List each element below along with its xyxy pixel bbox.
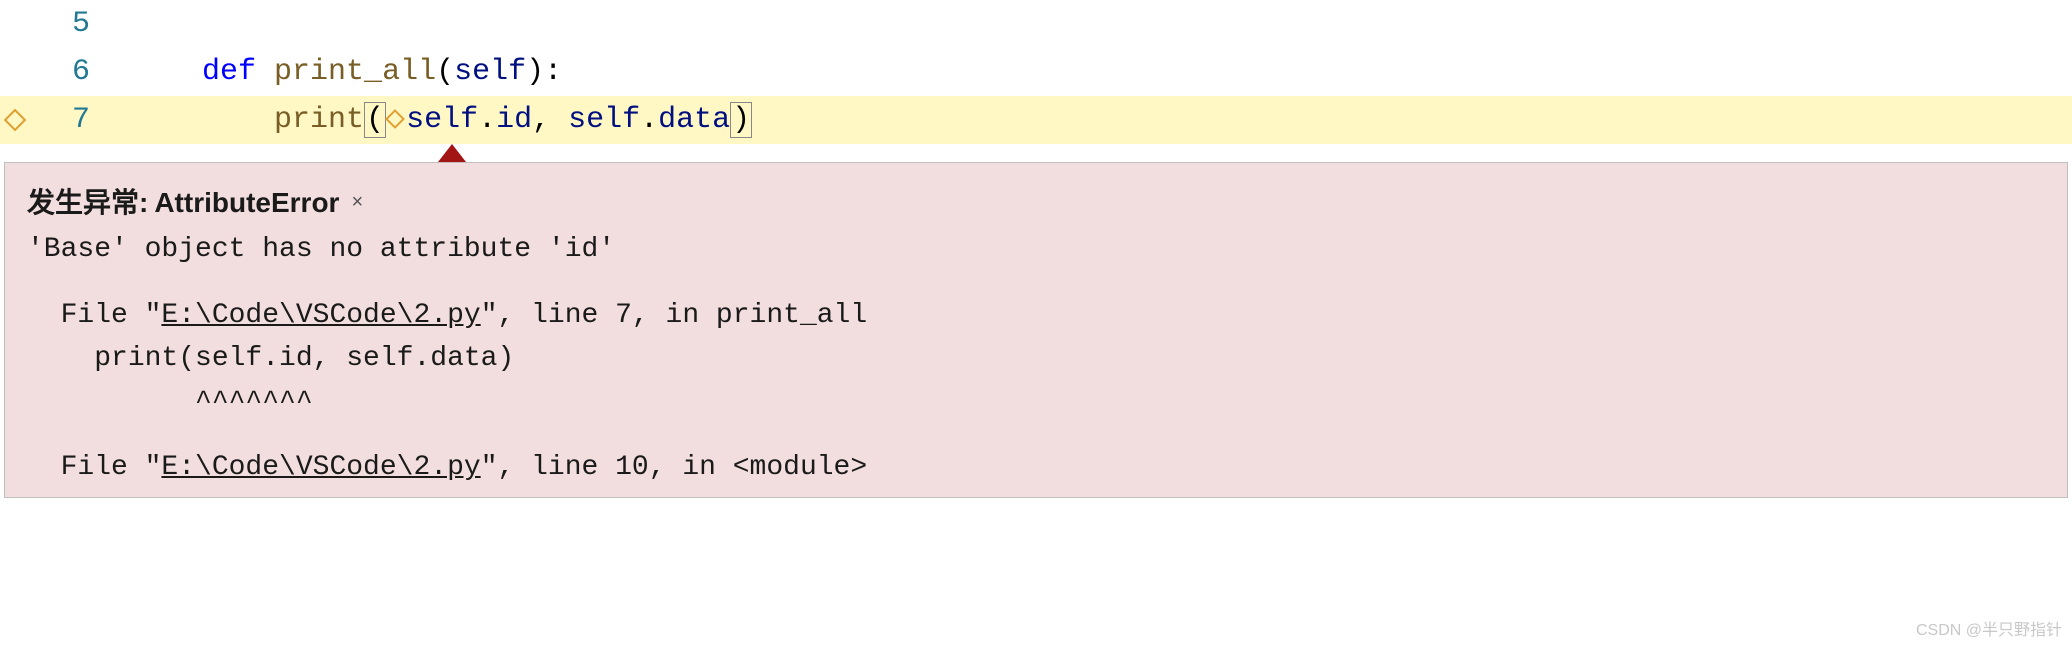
dot: . xyxy=(640,103,658,137)
function-call-print: print xyxy=(274,103,364,137)
traceback-frame-2: File "E:\Code\VSCode\2.py", line 10, in … xyxy=(27,446,2045,489)
error-pointer-row xyxy=(0,144,2072,162)
traceback-frame-1: File "E:\Code\VSCode\2.py", line 7, in p… xyxy=(27,294,2045,424)
exception-header: 发生异常: AttributeError × xyxy=(27,181,2045,224)
attribute-data: data xyxy=(658,103,730,137)
code-line-6[interactable]: 6 def print_all(self): xyxy=(0,48,2072,96)
exception-message: 'Base' object has no attribute 'id' xyxy=(27,228,2045,271)
line-number: 5 xyxy=(30,7,110,41)
file-link[interactable]: E:\Code\VSCode\2.py xyxy=(161,300,480,331)
attribute-id: id xyxy=(496,103,532,137)
code-content[interactable]: print(self.id, self.data) xyxy=(110,103,2072,137)
inline-breakpoint-icon[interactable] xyxy=(388,112,402,126)
exception-title-prefix: 发生异常: xyxy=(27,181,148,224)
indent xyxy=(130,103,274,137)
gutter-slot[interactable] xyxy=(0,112,30,128)
error-pointer-icon xyxy=(438,144,466,162)
trace-prefix: File " xyxy=(27,452,161,483)
exception-error-name: AttributeError xyxy=(154,181,339,224)
indent xyxy=(130,55,202,89)
trace-code: print(self.id, self.data) xyxy=(27,343,514,374)
code-editor[interactable]: 5 6 def print_all(self): 7 print(self.id… xyxy=(0,0,2072,498)
identifier-self: self xyxy=(406,103,478,137)
trace-caret: ^^^^^^^ xyxy=(27,387,313,418)
code-line-7-active[interactable]: 7 print(self.id, self.data) xyxy=(0,96,2072,144)
code-content[interactable]: def print_all(self): xyxy=(110,55,2072,89)
trace-suffix: ", line 7, in print_all xyxy=(481,300,867,331)
function-name: print_all xyxy=(274,55,436,89)
comma: , xyxy=(532,103,568,137)
space xyxy=(256,55,274,89)
line-number: 6 xyxy=(30,55,110,89)
paren-open: ( xyxy=(436,55,454,89)
close-icon[interactable]: × xyxy=(351,187,363,218)
code-line-5[interactable]: 5 xyxy=(0,0,2072,48)
watermark: CSDN @半只野指针 xyxy=(1916,616,2062,640)
dot: . xyxy=(478,103,496,137)
colon: : xyxy=(544,55,562,89)
breakpoint-icon[interactable] xyxy=(4,109,27,132)
trace-suffix: ", line 10, in <module> xyxy=(481,452,867,483)
file-link[interactable]: E:\Code\VSCode\2.py xyxy=(161,452,480,483)
paren-close: ) xyxy=(730,102,752,138)
paren-close: ) xyxy=(526,55,544,89)
trace-prefix: File " xyxy=(27,300,161,331)
exception-panel[interactable]: 发生异常: AttributeError × 'Base' object has… xyxy=(4,162,2068,498)
param-self: self xyxy=(454,55,526,89)
line-number: 7 xyxy=(30,103,110,137)
keyword-def: def xyxy=(202,55,256,89)
paren-open: ( xyxy=(364,102,386,138)
identifier-self: self xyxy=(568,103,640,137)
